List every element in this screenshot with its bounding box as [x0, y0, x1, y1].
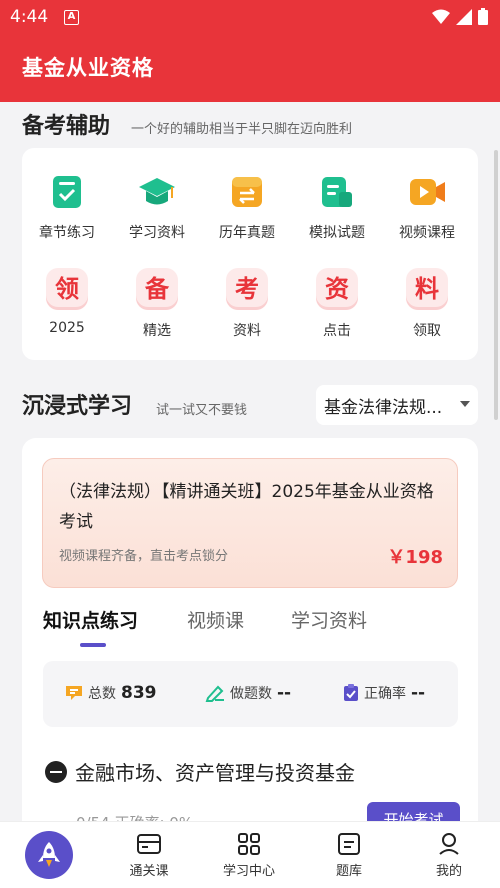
promo-item-2[interactable]: 备 精选	[112, 268, 202, 340]
tab-video[interactable]: 视频课	[187, 606, 244, 633]
promo-item-1[interactable]: 领 2025	[22, 268, 112, 336]
course-price: ￥198	[387, 547, 443, 568]
caret-down-icon	[460, 401, 470, 407]
immersive-section-title: 沉浸式学习	[22, 394, 133, 419]
total-icon	[66, 686, 82, 700]
stats-panel: 总数 839 做题数 -- 正确率 --	[43, 661, 458, 727]
aid-item-past-exams[interactable]: 历年真题	[202, 172, 292, 242]
aid-item-label: 视频课程	[399, 225, 455, 241]
person-icon	[439, 833, 459, 855]
promo-item-3[interactable]: 考 资料	[202, 268, 292, 340]
promo-char-icon: 备	[136, 268, 178, 310]
mock-test-icon	[317, 172, 357, 212]
stat-accuracy: 正确率 --	[343, 683, 425, 703]
app-bar: 基金从业资格	[0, 36, 500, 102]
nav-study-center[interactable]: 学习中心	[214, 832, 284, 879]
nav-label: 我的	[435, 864, 462, 879]
chapter-practice-icon	[47, 172, 87, 212]
nav-label: 学习中心	[222, 864, 275, 879]
video-course-icon	[407, 172, 447, 212]
past-exams-icon	[227, 172, 267, 212]
immersive-section-subtitle: 试一试又不要钱	[156, 403, 248, 418]
promo-item-5[interactable]: 料 领取	[382, 268, 472, 340]
promo-char-icon: 料	[406, 268, 448, 310]
subject-select[interactable]: 基金法律法规...	[316, 385, 478, 425]
chapter-title: 金融市场、资产管理与投资基金	[75, 761, 355, 785]
course-card[interactable]: （法律法规）【精讲通关班】2025年基金从业资格考试 视频课程齐备，直击考点锁分…	[42, 458, 458, 588]
aid-item-study-materials[interactable]: 学习资料	[112, 172, 202, 242]
stat-total-value: 839	[121, 683, 157, 703]
wifi-icon	[432, 9, 450, 24]
aid-item-label: 章节练习	[39, 225, 95, 241]
bottom-nav: 通关课 学习中心 题库 我的	[0, 821, 500, 888]
aid-item-mock-test[interactable]: 模拟试题	[292, 172, 382, 242]
aid-card: 章节练习 学习资料 历年真题 模拟试题 视频课程 领 2025 备 精选 考 资…	[22, 148, 478, 360]
stat-done-value: --	[277, 683, 292, 703]
notification-icon: A	[64, 10, 79, 25]
status-time: 4:44	[10, 7, 49, 27]
aid-item-label: 历年真题	[219, 225, 275, 241]
grid-icon	[238, 833, 260, 855]
promo-item-label: 资料	[233, 323, 261, 339]
scrollbar[interactable]	[494, 150, 498, 420]
clipboard-check-icon	[344, 684, 358, 701]
notebook-icon	[338, 833, 360, 855]
nav-tongguan[interactable]: 通关课	[114, 832, 184, 879]
stat-done-label: 做题数	[230, 686, 272, 702]
promo-item-4[interactable]: 资 点击	[292, 268, 382, 340]
system-icons	[432, 8, 488, 25]
battery-icon	[478, 8, 488, 25]
nav-label: 通关课	[129, 864, 169, 879]
promo-item-label: 领取	[413, 323, 441, 339]
aid-item-chapter-practice[interactable]: 章节练习	[22, 172, 112, 242]
stat-accuracy-value: --	[411, 683, 426, 703]
promo-char-icon: 考	[226, 268, 268, 310]
card-icon	[137, 834, 161, 854]
promo-item-label: 点击	[323, 323, 351, 339]
tab-indicator	[80, 643, 106, 647]
page-title: 基金从业资格	[22, 56, 154, 80]
course-description: 视频课程齐备，直击考点锁分	[59, 549, 229, 564]
promo-item-label: 2025	[49, 320, 85, 336]
signal-icon	[456, 8, 472, 25]
rocket-fab-button[interactable]	[25, 831, 73, 879]
tab-knowledge-practice[interactable]: 知识点练习	[43, 606, 138, 633]
nav-label: 题库	[335, 864, 362, 879]
aid-section-subtitle: 一个好的辅助相当于半只脚在迈向胜利	[131, 122, 353, 137]
promo-item-label: 精选	[143, 323, 171, 339]
pencil-icon	[205, 685, 224, 702]
subject-select-value: 基金法律法规...	[324, 398, 443, 418]
aid-item-video-course[interactable]: 视频课程	[382, 172, 472, 242]
rocket-icon	[38, 842, 60, 867]
promo-char-icon: 资	[316, 268, 358, 310]
nav-mine[interactable]: 我的	[414, 832, 484, 879]
aid-section-title: 备考辅助	[22, 114, 111, 139]
study-cap-icon	[137, 172, 177, 212]
stat-total-label: 总数	[88, 686, 116, 702]
tab-study-materials[interactable]: 学习资料	[291, 606, 367, 633]
course-name: （法律法规）【精讲通关班】2025年基金从业资格考试	[59, 482, 434, 532]
chapter-header[interactable]: 金融市场、资产管理与投资基金	[45, 757, 355, 786]
aid-item-label: 学习资料	[129, 225, 185, 241]
stat-total: 总数 839	[65, 683, 157, 703]
aid-item-label: 模拟试题	[309, 225, 365, 241]
promo-char-icon: 领	[46, 268, 88, 310]
stat-accuracy-label: 正确率	[364, 686, 406, 702]
nav-question-bank[interactable]: 题库	[314, 832, 384, 879]
collapse-icon[interactable]	[45, 760, 67, 783]
stat-done: 做题数 --	[205, 683, 291, 703]
status-bar: 4:44 A	[0, 0, 500, 36]
